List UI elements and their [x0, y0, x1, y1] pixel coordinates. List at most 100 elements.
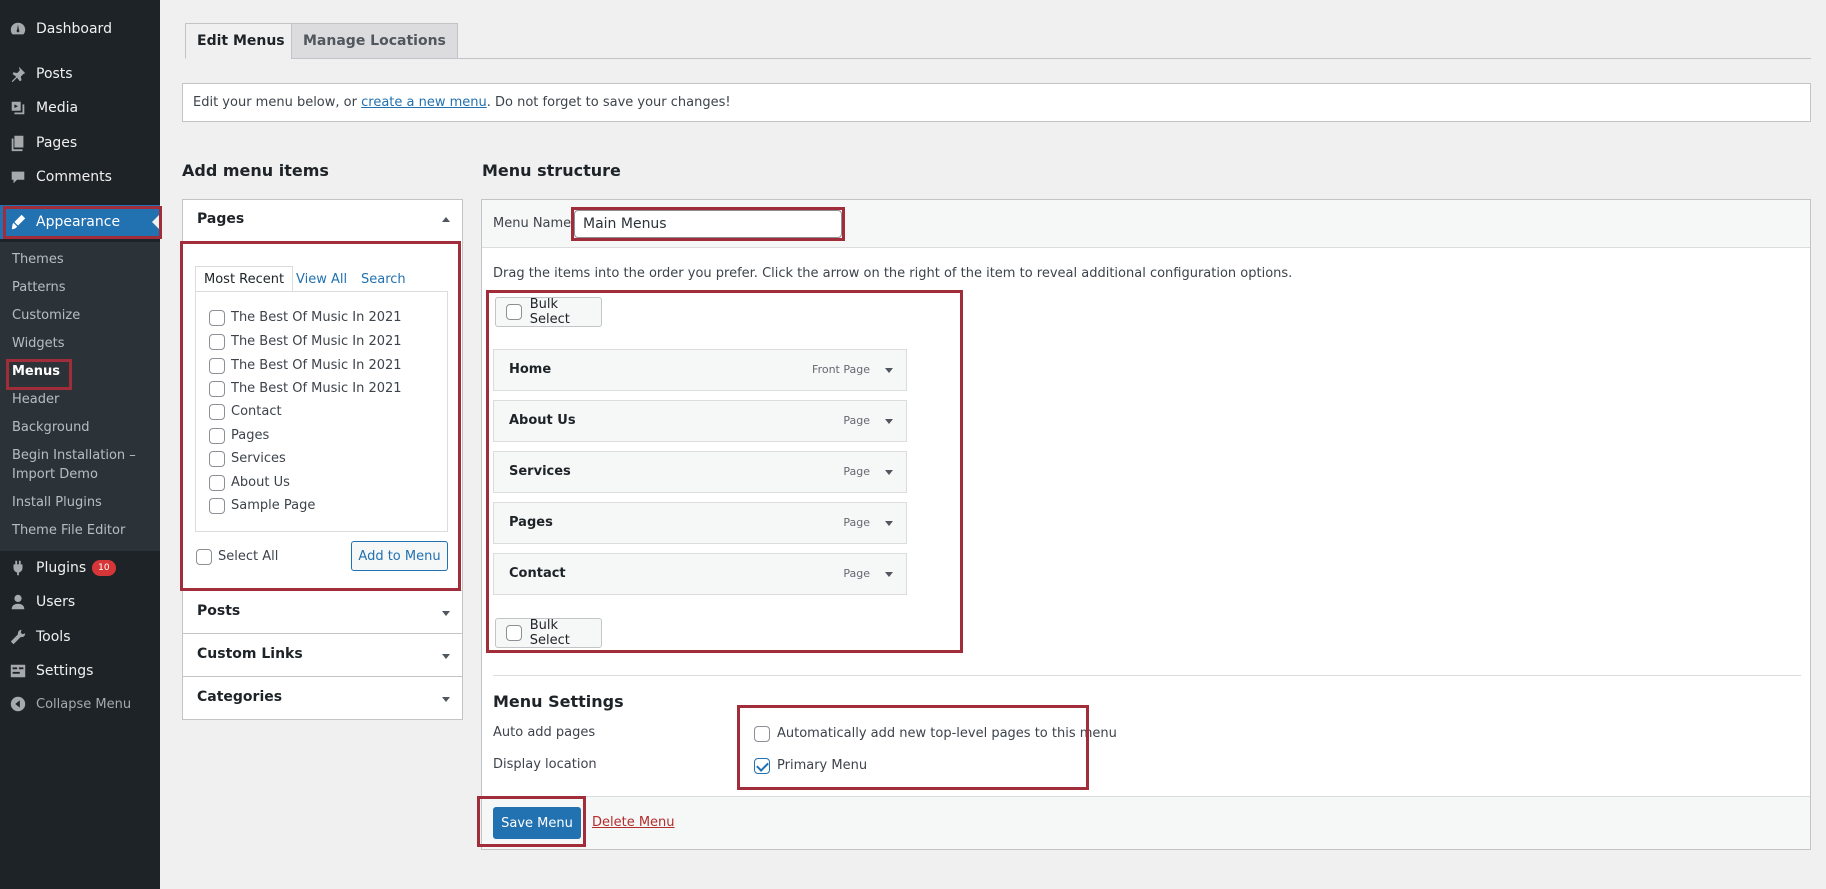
nav-comments-label: Comments	[36, 169, 112, 185]
posts-accordion-title: Posts	[197, 603, 241, 619]
posts-accordion[interactable]: Posts	[182, 590, 463, 634]
submenu-customize[interactable]: Customize	[12, 306, 80, 325]
page-checkbox[interactable]	[209, 404, 225, 420]
select-all-label: Select All	[218, 549, 279, 564]
auto-add-pages-checkbox[interactable]	[754, 726, 770, 742]
menu-item-services[interactable]: Services Page	[493, 451, 907, 493]
plugins-update-badge: 10	[92, 560, 116, 576]
nav-users-label: Users	[36, 594, 76, 610]
menu-name-input[interactable]	[574, 210, 842, 238]
tab-view-all[interactable]: View All	[296, 266, 347, 292]
save-menu-button[interactable]: Save Menu	[493, 807, 581, 839]
page-label: The Best Of Music In 2021	[231, 381, 402, 396]
bulk-select-top[interactable]: Bulk Select	[495, 297, 602, 327]
page-checkbox[interactable]	[209, 451, 225, 467]
tab-manage-locations[interactable]: Manage Locations	[291, 23, 458, 59]
menu-actions-bar	[482, 796, 1810, 849]
nav-tools[interactable]: Tools	[0, 620, 160, 654]
settings-icon	[0, 662, 36, 680]
nav-pages-label: Pages	[36, 135, 78, 151]
categories-accordion[interactable]: Categories	[182, 676, 463, 720]
expand-arrow-icon[interactable]	[885, 521, 893, 526]
expand-arrow-icon[interactable]	[885, 368, 893, 373]
bulk-select-label: Bulk Select	[529, 297, 570, 327]
submenu-patterns[interactable]: Patterns	[12, 278, 66, 297]
expand-arrow-icon[interactable]	[885, 419, 893, 424]
menu-item-home[interactable]: Home Front Page	[493, 349, 907, 391]
nav-appearance[interactable]: Appearance	[0, 205, 160, 239]
menu-structure-heading: Menu structure	[482, 161, 621, 180]
tab-search[interactable]: Search	[361, 266, 406, 292]
collapse-menu-button[interactable]: Collapse Menu	[0, 687, 160, 721]
admin-sidebar: Dashboard Posts Media Pages Comments App…	[0, 0, 160, 889]
tab-edit-menus[interactable]: Edit Menus	[185, 23, 297, 59]
page-checkbox[interactable]	[209, 428, 225, 444]
nav-media[interactable]: Media	[0, 91, 160, 125]
expand-arrow-icon[interactable]	[885, 572, 893, 577]
submenu-begin-installation-line1: Begin Installation –	[12, 448, 136, 463]
page-checkbox[interactable]	[209, 358, 225, 374]
nav-posts[interactable]: Posts	[0, 57, 160, 91]
nav-plugins[interactable]: Plugins 10	[0, 551, 160, 585]
pages-tab-bar: Most Recent View All Search	[195, 266, 448, 292]
submenu-begin-installation[interactable]: Begin Installation – Import Demo	[12, 446, 136, 484]
menu-item-contact[interactable]: Contact Page	[493, 553, 907, 595]
page-checkbox[interactable]	[209, 498, 225, 514]
dashboard-icon	[0, 20, 36, 38]
page-checkbox[interactable]	[209, 334, 225, 350]
display-location-label: Display location	[493, 757, 597, 772]
page-checkbox[interactable]	[209, 475, 225, 491]
notice-text-before: Edit your menu below, or	[193, 95, 357, 110]
page-checkbox[interactable]	[209, 381, 225, 397]
select-all-checkbox[interactable]	[196, 549, 212, 565]
submenu-background[interactable]: Background	[12, 418, 90, 437]
bulk-select-bottom[interactable]: Bulk Select	[495, 618, 602, 648]
nav-settings[interactable]: Settings	[0, 654, 160, 688]
nav-appearance-label: Appearance	[36, 214, 121, 230]
bulk-select-checkbox[interactable]	[506, 304, 522, 320]
nav-pages[interactable]: Pages	[0, 126, 160, 160]
page-label: Pages	[231, 428, 270, 443]
add-to-menu-button[interactable]: Add to Menu	[351, 541, 448, 571]
submenu-install-plugins[interactable]: Install Plugins	[12, 493, 102, 512]
menu-item-title: Home	[509, 362, 552, 377]
nav-comments[interactable]: Comments	[0, 160, 160, 194]
page-checkbox[interactable]	[209, 310, 225, 326]
primary-menu-checkbox[interactable]	[754, 758, 770, 774]
plugin-icon	[0, 559, 36, 577]
chevron-down-icon[interactable]	[442, 654, 450, 659]
submenu-theme-file-editor[interactable]: Theme File Editor	[12, 521, 125, 540]
nav-users[interactable]: Users	[0, 585, 160, 619]
custom-links-accordion[interactable]: Custom Links	[182, 633, 463, 677]
nav-posts-label: Posts	[36, 66, 73, 82]
brush-icon	[0, 213, 36, 231]
menu-item-about-us[interactable]: About Us Page	[493, 400, 907, 442]
menu-item-type: Page	[843, 465, 870, 478]
comment-icon	[0, 168, 36, 186]
submenu-themes[interactable]: Themes	[12, 250, 64, 269]
menu-item-pages[interactable]: Pages Page	[493, 502, 907, 544]
page-label: The Best Of Music In 2021	[231, 334, 402, 349]
chevron-down-icon[interactable]	[442, 611, 450, 616]
menu-settings-heading: Menu Settings	[493, 692, 624, 711]
drag-instructions: Drag the items into the order you prefer…	[493, 266, 1293, 281]
bulk-select-checkbox[interactable]	[506, 625, 522, 641]
custom-links-accordion-title: Custom Links	[197, 646, 303, 662]
appearance-submenu: Themes Patterns Customize Widgets Menus …	[0, 242, 160, 551]
expand-arrow-icon[interactable]	[885, 470, 893, 475]
submenu-header[interactable]: Header	[12, 390, 59, 409]
auto-add-pages-option: Automatically add new top-level pages to…	[777, 726, 1117, 741]
nav-media-label: Media	[36, 100, 79, 116]
chevron-up-icon[interactable]	[442, 217, 450, 222]
chevron-down-icon[interactable]	[442, 697, 450, 702]
create-new-menu-link[interactable]: create a new menu	[361, 95, 487, 110]
submenu-menus[interactable]: Menus	[12, 362, 60, 381]
media-icon	[0, 99, 36, 117]
delete-menu-link[interactable]: Delete Menu	[592, 815, 675, 830]
pages-accordion-title[interactable]: Pages	[197, 211, 244, 227]
submenu-widgets[interactable]: Widgets	[12, 334, 65, 353]
tab-most-recent[interactable]: Most Recent	[195, 266, 294, 292]
nav-settings-label: Settings	[36, 663, 94, 679]
nav-dashboard[interactable]: Dashboard	[0, 12, 160, 46]
edit-menu-notice: Edit your menu below, or create a new me…	[182, 83, 1811, 122]
